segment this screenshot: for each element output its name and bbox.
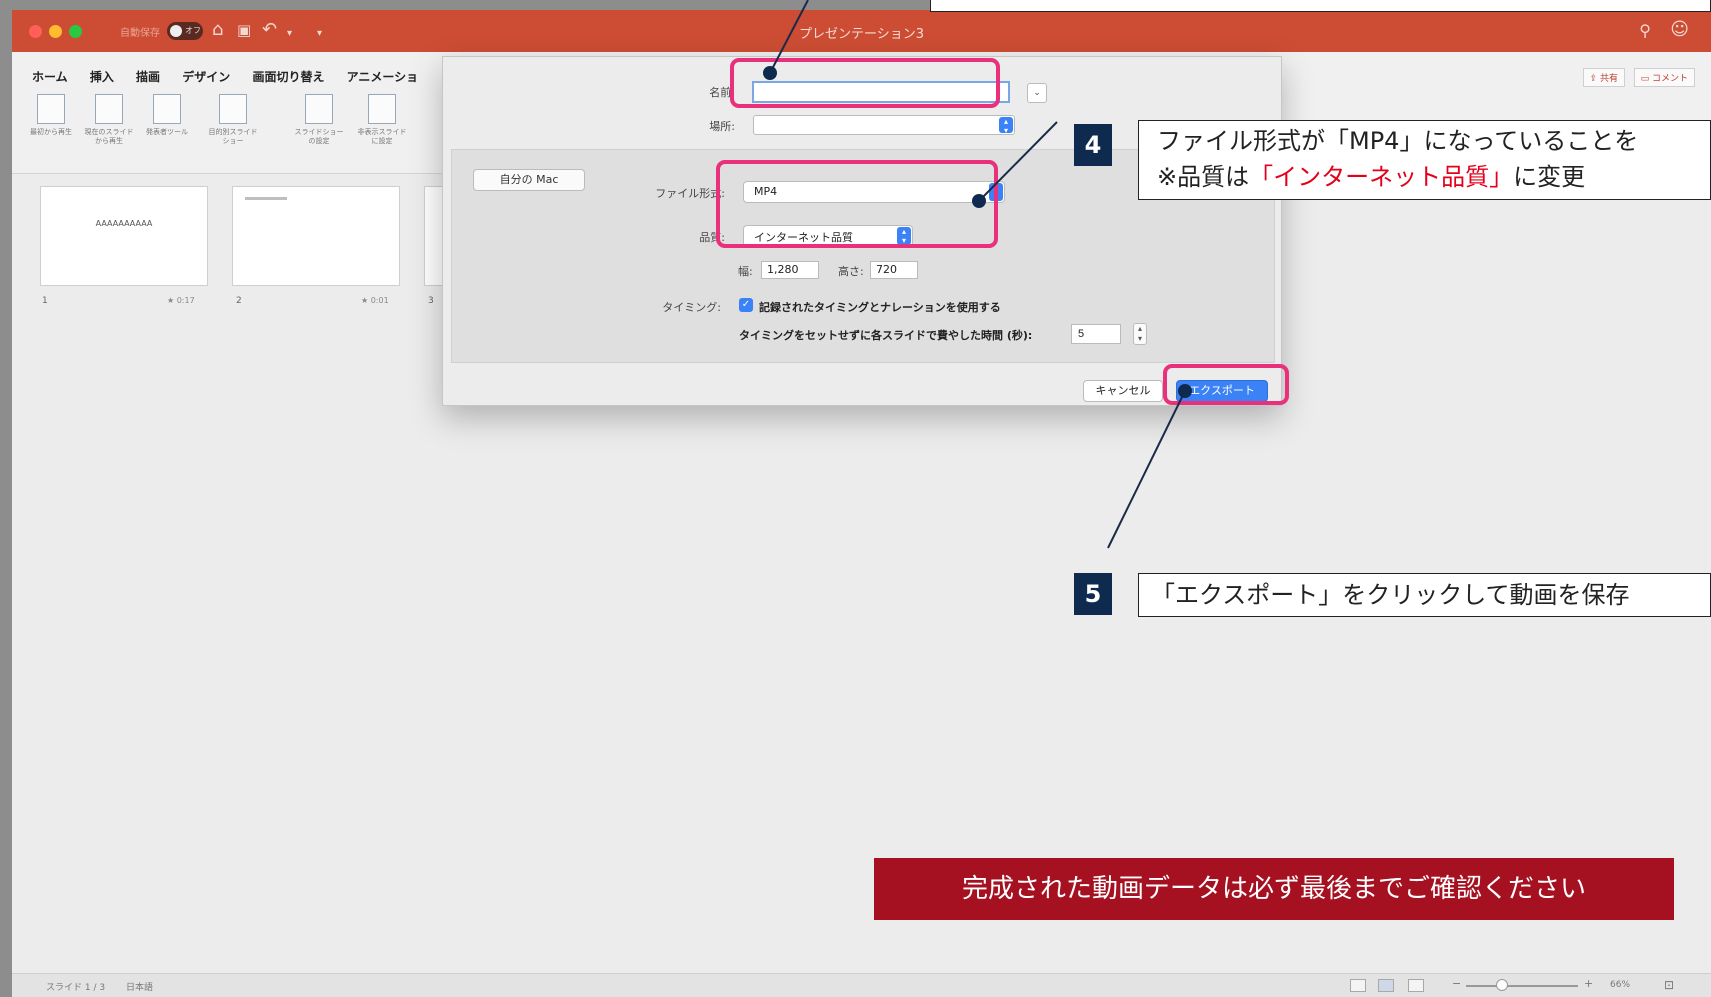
slide-thumbnail-2[interactable]: [232, 186, 400, 286]
hide-slide-button[interactable]: 非表示スライドに設定: [357, 94, 407, 146]
search-icon[interactable]: ⚲: [1639, 21, 1651, 40]
slide-thumbnail-1[interactable]: AAAAAAAAAA: [40, 186, 208, 286]
zoom-in-icon[interactable]: +: [1584, 977, 1593, 990]
tab-draw[interactable]: 描画: [136, 70, 160, 84]
slide-duration-2: ★ 0:01: [361, 296, 389, 305]
share-label: 共有: [1599, 74, 1618, 84]
custom-show-icon: [219, 94, 247, 124]
width-label: 幅:: [738, 265, 753, 278]
thumbnail-text: AAAAAAAAAA: [95, 219, 153, 228]
hide-slide-icon: [368, 94, 396, 124]
use-timings-checkbox[interactable]: ✓: [739, 298, 753, 312]
share-icon: ⇪: [1589, 74, 1598, 84]
slideshow-setup-button[interactable]: スライドショーの設定: [294, 94, 344, 146]
feedback-smiley-icon[interactable]: ☺: [1670, 19, 1689, 40]
step-4-badge: 4: [1074, 124, 1112, 166]
ribbon-tabs: ホーム 挿入 描画 デザイン 画面切り替え アニメーショ: [32, 68, 436, 85]
step-4-line-1: ファイル形式が「MP4」になっていることを: [1157, 127, 1639, 155]
button-label: 目的別スライドショー: [208, 128, 258, 145]
reading-view-icon[interactable]: [1408, 979, 1424, 992]
location-label: 場所:: [709, 120, 735, 133]
button-label: 現在のスライドから再生: [84, 128, 134, 145]
custom-show-button[interactable]: 目的別スライドショー: [208, 94, 258, 146]
seconds-per-slide-label: タイミングをセットせずに各スライドで費やした時間 (秒):: [739, 329, 1033, 342]
highlight-filename: [730, 58, 1000, 108]
use-timings-label: 記録されたタイミングとナレーションを使用する: [759, 301, 1001, 314]
seconds-per-slide-input[interactable]: [1071, 324, 1121, 344]
step-3-callout-box: [930, 0, 1711, 12]
slide-sorter-view-icon[interactable]: [1378, 979, 1394, 992]
step-5-badge: 5: [1074, 573, 1112, 615]
step-4-highlight: 「インターネット品質」: [1249, 163, 1514, 191]
location-select[interactable]: ▴ ▾: [753, 115, 1015, 135]
fit-to-window-icon[interactable]: ⊡: [1664, 978, 1674, 992]
zoom-out-icon[interactable]: −: [1452, 977, 1461, 990]
play-from-start-button[interactable]: 最初から再生: [26, 94, 76, 137]
button-label: スライドショーの設定: [294, 128, 344, 145]
highlight-export-button: [1163, 364, 1289, 405]
slide-number-3: 3: [428, 296, 434, 306]
width-field: 1,280: [761, 261, 819, 279]
language-indicator[interactable]: 日本語: [126, 980, 153, 993]
title-bar: 自動保存 オフ ⌂ ▣ ↶ ▾ ▾ プレゼンテーション3 ⚲ ☺: [12, 10, 1711, 52]
step-4-prefix: ※品質は: [1157, 163, 1250, 191]
cancel-button[interactable]: キャンセル: [1083, 380, 1163, 402]
zoom-slider[interactable]: [1466, 985, 1578, 987]
location-stepper-icon: ▴ ▾: [999, 117, 1013, 135]
step-4-line-2: ※品質は「インターネット品質」に変更: [1157, 159, 1710, 195]
presenter-view-button[interactable]: 発表者ツール: [142, 94, 192, 137]
step-4-suffix: に変更: [1513, 163, 1586, 191]
tab-animations[interactable]: アニメーショ: [347, 70, 419, 84]
timing-label: タイミング:: [662, 301, 721, 314]
status-bar: スライド 1 / 3 日本語 − + 66% ⊡: [12, 973, 1711, 997]
duration-value: 0:01: [370, 296, 389, 305]
play-slideshow-icon: [37, 94, 65, 124]
slide-number-2: 2: [236, 296, 242, 306]
zoom-level[interactable]: 66%: [1610, 980, 1630, 990]
comment-button[interactable]: ▭ コメント: [1633, 68, 1695, 87]
button-label: 発表者ツール: [146, 128, 188, 136]
expand-dialog-button[interactable]: ⌄: [1027, 83, 1047, 103]
height-field: 720: [870, 261, 918, 279]
slide-duration-1: ★ 0:17: [167, 296, 195, 305]
comment-icon: ▭: [1640, 74, 1650, 84]
duration-value: 0:17: [176, 296, 195, 305]
zoom-slider-knob[interactable]: [1496, 979, 1508, 991]
presenter-icon: [153, 94, 181, 124]
slide-number-1: 1: [42, 296, 48, 306]
share-button[interactable]: ⇪ 共有: [1582, 68, 1625, 87]
play-from-current-button[interactable]: 現在のスライドから再生: [84, 94, 134, 146]
play-current-icon: [95, 94, 123, 124]
button-label: 最初から再生: [30, 128, 72, 136]
step-4-callout: ファイル形式が「MP4」になっていることを ※品質は「インターネット品質」に変更: [1138, 120, 1711, 200]
tab-design[interactable]: デザイン: [182, 70, 230, 84]
normal-view-icon[interactable]: [1350, 979, 1366, 992]
tab-home[interactable]: ホーム: [32, 70, 68, 84]
comment-label: コメント: [1651, 74, 1688, 84]
thumbnail-title-line: [245, 197, 287, 200]
format-label: ファイル形式:: [655, 187, 725, 200]
tab-insert[interactable]: 挿入: [90, 70, 114, 84]
slide-indicator: スライド 1 / 3: [46, 983, 106, 993]
my-mac-button[interactable]: 自分の Mac: [473, 169, 585, 191]
final-check-note: 完成された動画データは必ず最後までご確認ください: [874, 858, 1674, 920]
button-label: 非表示スライドに設定: [357, 128, 407, 145]
step-5-callout: 「エクスポート」をクリックして動画を保存: [1138, 573, 1711, 617]
window-title: プレゼンテーション3: [798, 27, 924, 42]
height-label: 高さ:: [838, 265, 864, 278]
tab-transitions[interactable]: 画面切り替え: [252, 70, 324, 84]
setup-icon: [305, 94, 333, 124]
highlight-format-quality: [716, 160, 998, 248]
seconds-stepper[interactable]: ▴ ▾: [1133, 323, 1147, 345]
